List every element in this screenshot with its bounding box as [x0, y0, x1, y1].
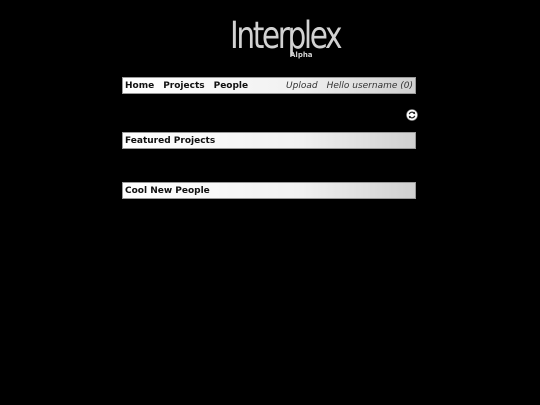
refresh-icon[interactable]	[406, 106, 418, 121]
nav-home-link[interactable]: Home	[125, 81, 154, 91]
top-nav-bar: Home Projects People Upload Hello userna…	[122, 77, 416, 94]
logo-tag: Alpha	[290, 51, 313, 59]
user-greeting-link[interactable]: Hello username (0)	[327, 81, 413, 91]
upload-link[interactable]: Upload	[286, 81, 318, 91]
cool-new-people-title: Cool New People	[125, 185, 210, 196]
nav-projects-link[interactable]: Projects	[163, 81, 204, 91]
featured-projects-title: Featured Projects	[125, 135, 216, 146]
logo[interactable]: Interplex Alpha	[228, 14, 342, 64]
logo-wordmark: Interplex	[230, 14, 342, 57]
nav-user-area: Upload Hello username (0)	[286, 81, 413, 91]
featured-projects-header: Featured Projects	[122, 132, 416, 149]
nav-links: Home Projects People	[125, 81, 257, 91]
cool-new-people-header: Cool New People	[122, 182, 416, 199]
nav-people-link[interactable]: People	[214, 81, 249, 91]
